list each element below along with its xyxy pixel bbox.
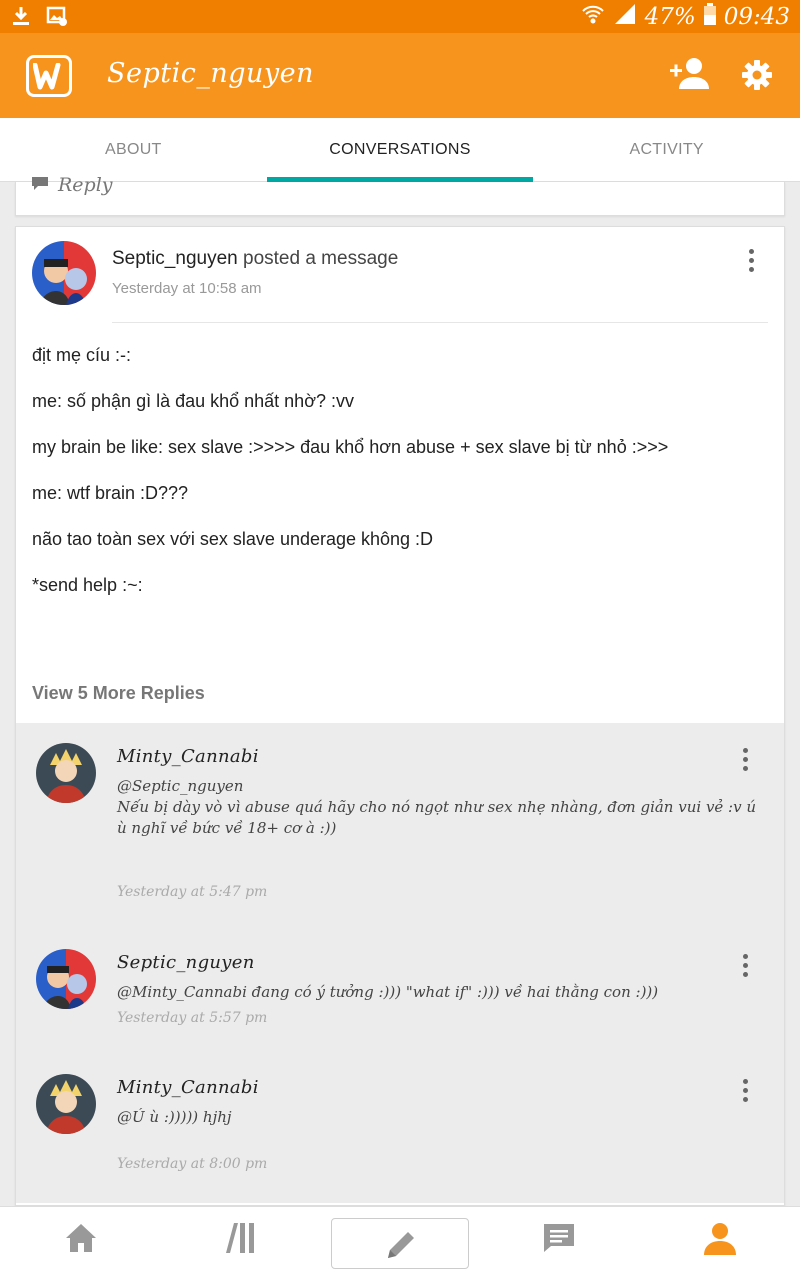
bottom-navigation xyxy=(0,1206,800,1280)
post-body: địt mẹ cíu :-: me: số phận gì là đau khổ… xyxy=(32,343,772,619)
reply-icon xyxy=(32,174,48,196)
status-bar: 47% 09:43 xyxy=(0,0,800,33)
signal-icon xyxy=(613,3,637,31)
more-options-icon[interactable] xyxy=(749,249,755,272)
gear-icon[interactable] xyxy=(741,59,773,96)
download-icon xyxy=(12,5,30,32)
post-timestamp: Yesterday at 10:58 am xyxy=(112,280,262,297)
previous-conversation-card: Reply xyxy=(15,174,785,216)
clock: 09:43 xyxy=(723,4,790,30)
reply-label: Reply xyxy=(58,174,113,196)
post-verb: posted a message xyxy=(243,248,399,269)
tab-about[interactable]: ABOUT xyxy=(0,118,267,181)
library-icon[interactable] xyxy=(224,1221,258,1260)
reply-author[interactable]: Septic_nguyen xyxy=(117,952,255,973)
profile-icon[interactable] xyxy=(702,1221,738,1262)
add-user-icon[interactable] xyxy=(670,57,710,96)
reply-author[interactable]: Minty_Cannabi xyxy=(117,746,259,767)
profile-tabs: ABOUT CONVERSATIONS ACTIVITY xyxy=(0,118,800,182)
profile-username-title: Septic_nguyen xyxy=(107,58,315,89)
reply-line: @Septic_nguyen xyxy=(117,777,244,795)
avatar[interactable] xyxy=(36,1074,96,1134)
battery-percent: 47% xyxy=(644,4,696,30)
reply-author[interactable]: Minty_Cannabi xyxy=(117,1077,259,1098)
tab-conversations[interactable]: CONVERSATIONS xyxy=(266,118,534,182)
post-line: não tao toàn sex với sex slave underage … xyxy=(32,529,434,549)
reply-text: @Minty_Cannabi đang có ý tưởng :))) "wha… xyxy=(117,982,767,1003)
reply-text: @Septic_nguyen Nếu bị dày vò vì abuse qu… xyxy=(117,776,767,839)
divider xyxy=(112,322,768,323)
avatar[interactable] xyxy=(36,743,96,803)
reply-timestamp: Yesterday at 5:47 pm xyxy=(117,884,268,900)
post-author[interactable]: Septic_nguyen xyxy=(112,248,238,269)
avatar[interactable] xyxy=(36,949,96,1009)
reply-timestamp: Yesterday at 8:00 pm xyxy=(117,1156,268,1172)
post-line: địt mẹ cíu :-: xyxy=(32,345,132,365)
app-bar: Septic_nguyen xyxy=(0,33,800,118)
battery-icon xyxy=(703,3,716,31)
wifi-icon xyxy=(581,3,605,31)
view-more-replies-link[interactable]: View 5 More Replies xyxy=(32,683,205,704)
more-options-icon[interactable] xyxy=(743,1079,749,1102)
reply-text: @Ú ù :))))) hjhj xyxy=(117,1107,767,1128)
reply-line: @Minty_Cannabi đang có ý tưởng :))) "wha… xyxy=(117,983,659,1001)
wattpad-logo[interactable] xyxy=(26,55,72,97)
conversation-card: Septic_nguyen posted a message Yesterday… xyxy=(15,226,785,1206)
tab-activity[interactable]: ACTIVITY xyxy=(533,118,800,181)
post-line: my brain be like: sex slave :>>>> đau kh… xyxy=(32,437,669,457)
image-icon xyxy=(46,5,68,32)
messages-icon[interactable] xyxy=(542,1221,576,1260)
post-line: *send help :~: xyxy=(32,575,143,595)
home-icon[interactable] xyxy=(64,1221,98,1260)
avatar[interactable] xyxy=(32,241,96,305)
more-options-icon[interactable] xyxy=(743,748,749,771)
reply-line: @Ú ù :))))) hjhj xyxy=(117,1108,232,1126)
reply-timestamp: Yesterday at 5:57 pm xyxy=(117,1010,268,1026)
more-options-icon[interactable] xyxy=(743,954,749,977)
reply-line: Nếu bị dày vò vì abuse quá hãy cho nó ng… xyxy=(117,798,757,837)
reply-button[interactable]: Reply xyxy=(32,174,113,196)
post-line: me: wtf brain :D??? xyxy=(32,483,189,503)
post-author-line: Septic_nguyen posted a message xyxy=(112,248,398,270)
replies-list: Minty_Cannabi @Septic_nguyen Nếu bị dày … xyxy=(16,723,784,1203)
post-line: me: số phận gì là đau khổ nhất nhờ? :vv xyxy=(32,391,355,411)
write-button[interactable] xyxy=(331,1218,469,1269)
